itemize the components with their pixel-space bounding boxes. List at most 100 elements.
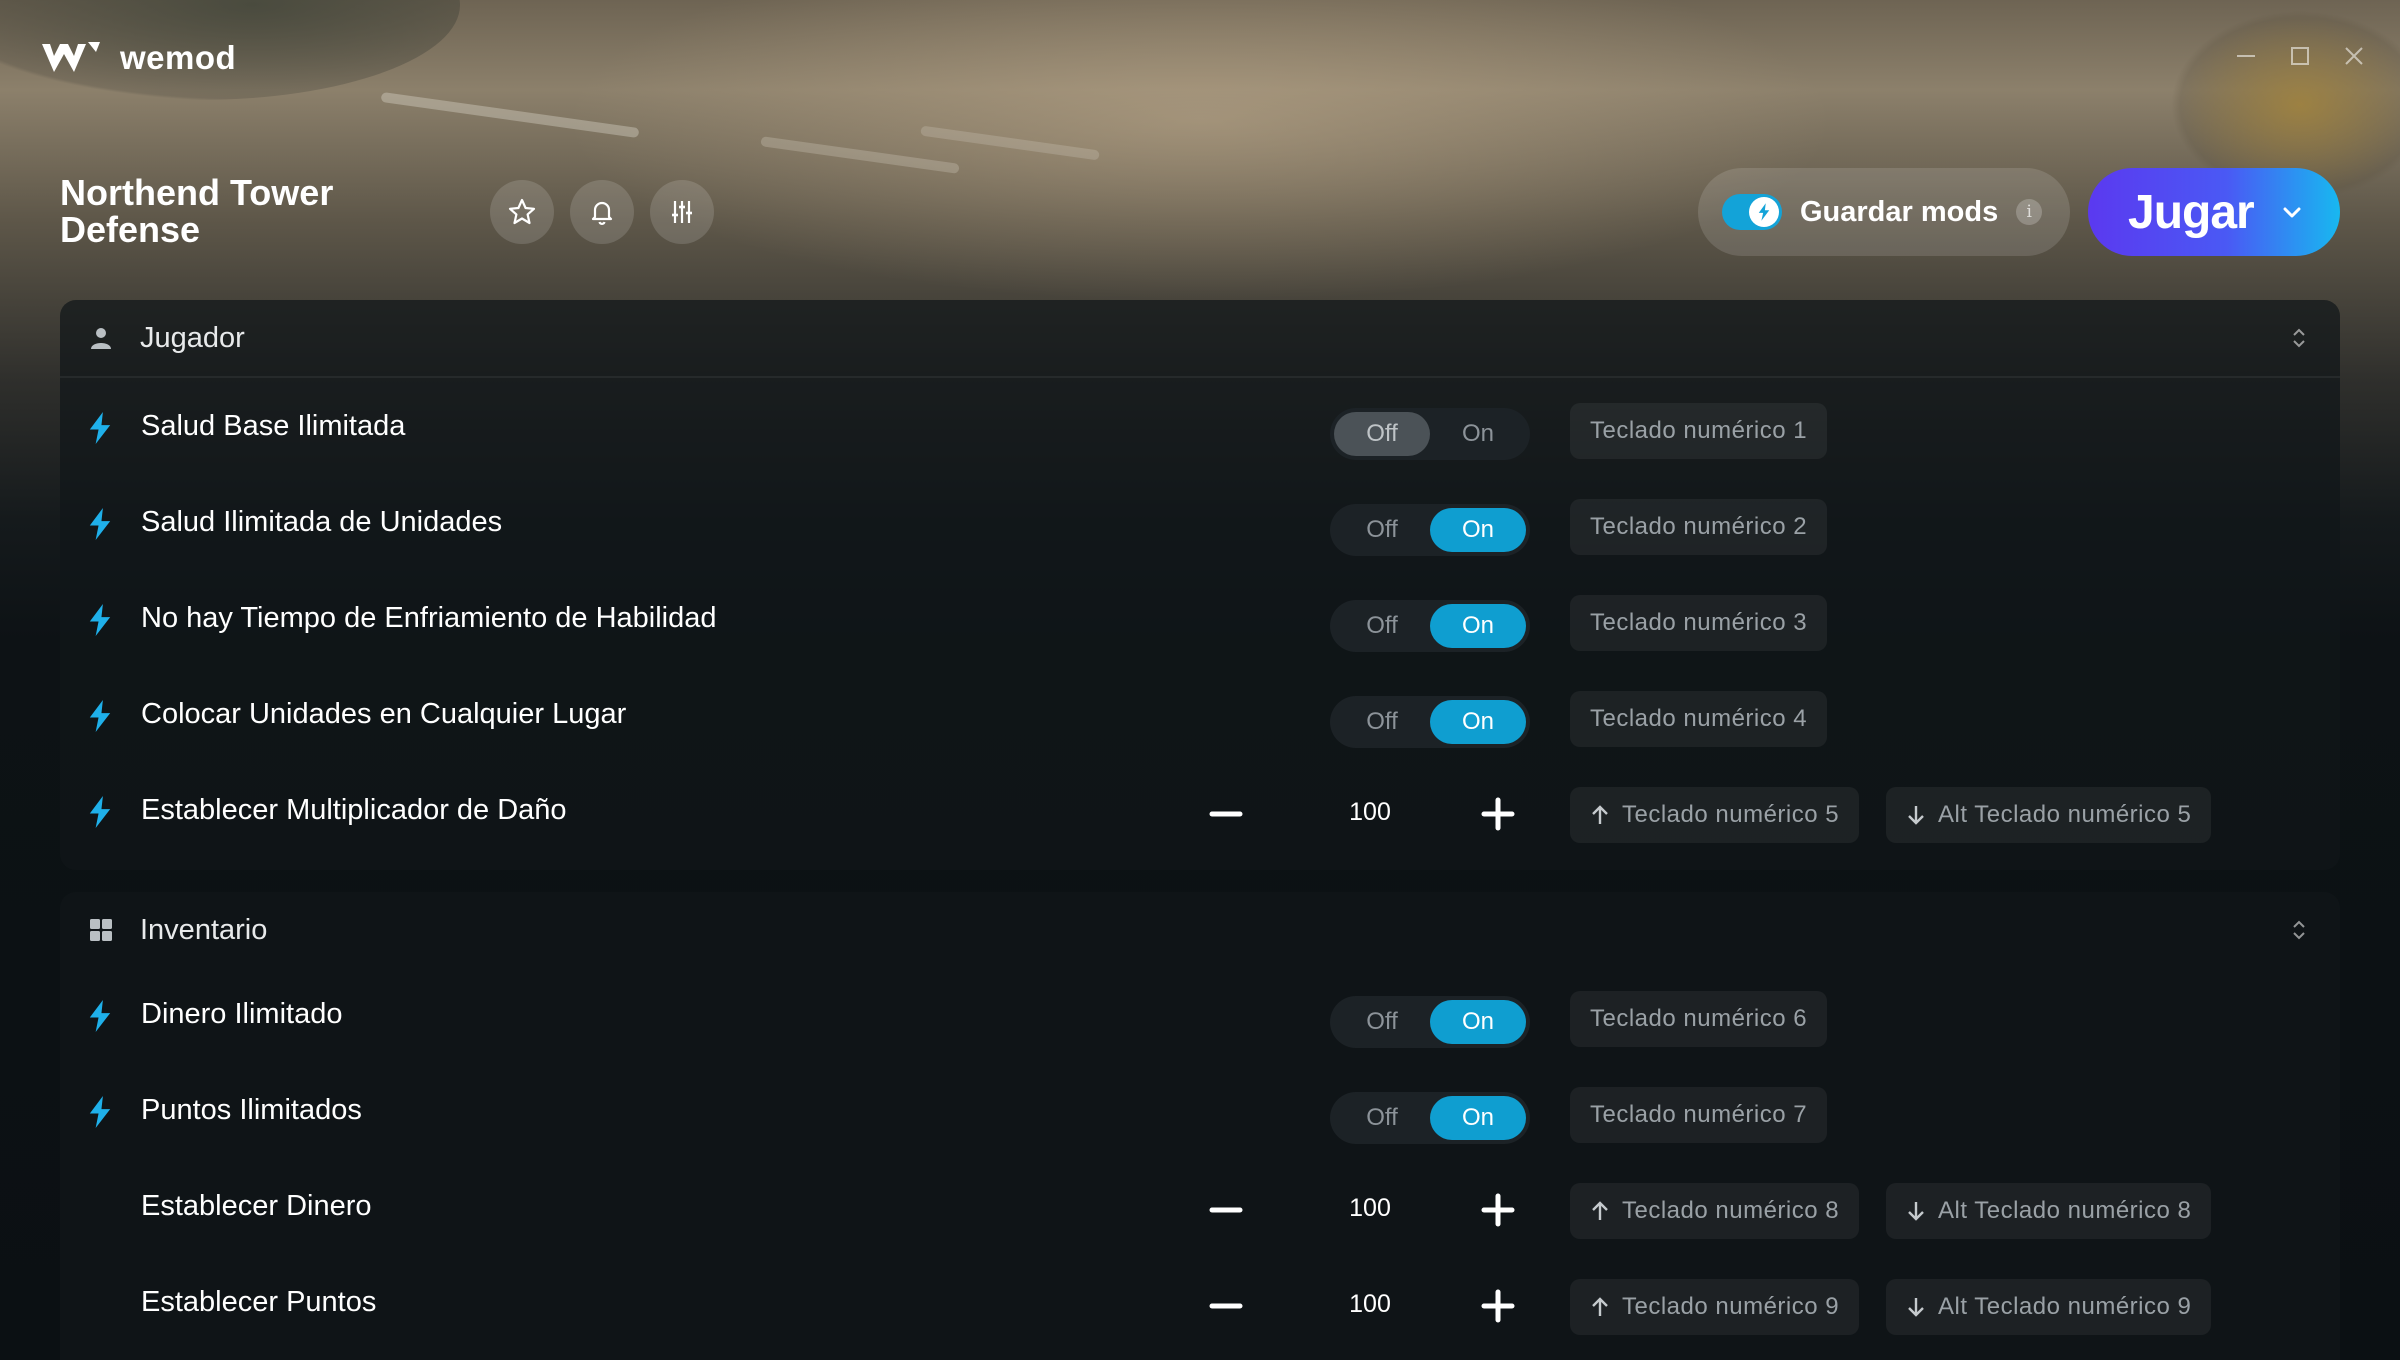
bolt-icon — [89, 412, 111, 444]
collapse-icon[interactable] — [2288, 919, 2310, 941]
person-icon — [91, 328, 111, 349]
sliders-icon — [672, 201, 692, 223]
decrement-button[interactable] — [1204, 1188, 1248, 1232]
wemod-logo-icon — [42, 42, 100, 72]
toggle-on-option[interactable]: On — [1430, 1096, 1526, 1140]
hotkey-badge-down[interactable]: Alt Teclado numérico 8 — [1886, 1183, 2212, 1239]
decrement-button[interactable] — [1204, 792, 1248, 836]
toggle-on-option[interactable]: On — [1430, 412, 1526, 456]
toggle-off-option[interactable]: Off — [1334, 412, 1430, 456]
mod-toggle[interactable]: Off On — [1330, 996, 1530, 1048]
hotkey-badge[interactable]: Teclado numérico 6 — [1570, 991, 1828, 1047]
toggle-on-option[interactable]: On — [1430, 508, 1526, 552]
mod-label: Establecer Puntos — [141, 1286, 377, 1318]
bolt-icon — [1758, 203, 1770, 221]
toggle-on-option[interactable]: On — [1430, 700, 1526, 744]
hotkey-label: Teclado numérico 8 — [1622, 1197, 1840, 1224]
mod-row: Puntos Ilimitados Off On Teclado numéric… — [60, 1064, 2340, 1160]
settings-button[interactable] — [650, 180, 714, 244]
hotkey-badge[interactable]: Teclado numérico 2 — [1570, 499, 1828, 555]
play-button[interactable]: Jugar — [2088, 168, 2340, 256]
toggle-off-option[interactable]: Off — [1334, 1000, 1430, 1044]
app-name: wemod — [120, 39, 237, 76]
maximize-icon[interactable] — [2288, 44, 2312, 68]
mod-label: Establecer Dinero — [141, 1190, 372, 1222]
bolt-icon — [89, 1000, 111, 1032]
hotkey-label: Alt Teclado numérico 5 — [1938, 801, 2192, 828]
mod-row: Salud Ilimitada de Unidades Off On Tecla… — [60, 476, 2340, 572]
hotkey-badge-down[interactable]: Alt Teclado numérico 5 — [1886, 787, 2212, 843]
category-header[interactable]: Inventario — [60, 892, 2340, 968]
hotkey-badge[interactable]: Teclado numérico 1 — [1570, 403, 1828, 459]
save-mods-toggle[interactable] — [1722, 194, 1782, 230]
number-value[interactable]: 100 — [1310, 798, 1430, 827]
mod-row: Establecer Dinero 100 Teclado numérico 8… — [60, 1160, 2340, 1256]
mod-label: Puntos Ilimitados — [141, 1094, 362, 1126]
info-icon[interactable]: i — [2016, 199, 2043, 225]
app-logo[interactable]: wemod — [40, 38, 236, 78]
hotkey-badge-up[interactable]: Teclado numérico 5 — [1570, 787, 1860, 843]
toggle-on-option[interactable]: On — [1430, 1000, 1526, 1044]
toggle-off-option[interactable]: Off — [1334, 508, 1430, 552]
sky-streak — [380, 91, 640, 139]
mod-row: Dinero Ilimitado Off On Teclado numérico… — [60, 968, 2340, 1064]
mod-label: Dinero Ilimitado — [141, 998, 343, 1030]
close-icon[interactable] — [2342, 44, 2366, 68]
arrow-down-icon — [1908, 1202, 1924, 1221]
mod-row: Establecer Multiplicador de Daño 100 Tec… — [60, 764, 2340, 860]
mod-label: Establecer Multiplicador de Daño — [141, 794, 567, 826]
mod-label: No hay Tiempo de Enfriamiento de Habilid… — [141, 602, 717, 634]
favorite-button[interactable] — [490, 180, 554, 244]
page-title: Northend Tower Defense — [60, 172, 334, 250]
hotkey-badge[interactable]: Teclado numérico 3 — [1570, 595, 1828, 651]
save-mods-control[interactable]: Guardar mods i — [1698, 168, 2070, 256]
mod-toggle[interactable]: Off On — [1330, 504, 1530, 556]
mod-toggle[interactable]: Off On — [1330, 696, 1530, 748]
arrow-up-icon — [1592, 1201, 1608, 1220]
hotkey-badge[interactable]: Teclado numérico 7 — [1570, 1087, 1828, 1143]
bolt-icon — [89, 1096, 111, 1128]
decrement-button[interactable] — [1204, 1284, 1248, 1328]
category-panel-inventario: Inventario Dinero Ilimitado Off On Tecla… — [60, 892, 2340, 1360]
mod-label: Colocar Unidades en Cualquier Lugar — [141, 698, 627, 730]
hotkey-label: Alt Teclado numérico 8 — [1938, 1197, 2192, 1224]
hotkey-badge-down[interactable]: Alt Teclado numérico 9 — [1886, 1279, 2212, 1335]
increment-button[interactable] — [1476, 1188, 1520, 1232]
hotkey-badge-up[interactable]: Teclado numérico 8 — [1570, 1183, 1860, 1239]
notifications-button[interactable] — [570, 180, 634, 244]
bell-icon — [591, 201, 613, 225]
hotkey-label: Teclado numérico 5 — [1622, 801, 1840, 828]
increment-button[interactable] — [1476, 792, 1520, 836]
arrow-up-icon — [1592, 805, 1608, 824]
toggle-on-option[interactable]: On — [1430, 604, 1526, 648]
toggle-off-option[interactable]: Off — [1334, 700, 1430, 744]
toggle-off-option[interactable]: Off — [1334, 1096, 1430, 1140]
mod-toggle[interactable]: Off On — [1330, 600, 1530, 652]
number-value[interactable]: 100 — [1310, 1290, 1430, 1319]
collapse-icon[interactable] — [2288, 327, 2310, 349]
mod-toggle[interactable]: Off On — [1330, 408, 1530, 460]
number-value[interactable]: 100 — [1310, 1194, 1430, 1223]
minimize-icon[interactable] — [2234, 44, 2258, 68]
mod-row: No hay Tiempo de Enfriamiento de Habilid… — [60, 572, 2340, 668]
chevron-down-icon[interactable] — [2280, 200, 2304, 224]
mod-label: Salud Base Ilimitada — [141, 410, 406, 442]
toggle-off-option[interactable]: Off — [1334, 604, 1430, 648]
category-panel-jugador: Jugador Salud Base Ilimitada Off On Tecl… — [60, 300, 2340, 870]
arrow-down-icon — [1908, 1298, 1924, 1317]
save-mods-label: Guardar mods — [1800, 195, 1999, 228]
hotkey-label: Alt Teclado numérico 9 — [1938, 1293, 2192, 1320]
bolt-icon — [89, 796, 111, 828]
header-actions — [490, 180, 714, 244]
hotkey-badge-up[interactable]: Teclado numérico 9 — [1570, 1279, 1860, 1335]
arrow-up-icon — [1592, 1297, 1608, 1316]
mod-toggle[interactable]: Off On — [1330, 1092, 1530, 1144]
hotkey-badge[interactable]: Teclado numérico 4 — [1570, 691, 1828, 747]
divider — [60, 376, 2340, 378]
increment-button[interactable] — [1476, 1284, 1520, 1328]
bolt-icon — [89, 604, 111, 636]
window-controls — [2234, 44, 2366, 68]
mod-row: Colocar Unidades en Cualquier Lugar Off … — [60, 668, 2340, 764]
category-header[interactable]: Jugador — [60, 300, 2340, 376]
sky-streak — [760, 136, 960, 174]
